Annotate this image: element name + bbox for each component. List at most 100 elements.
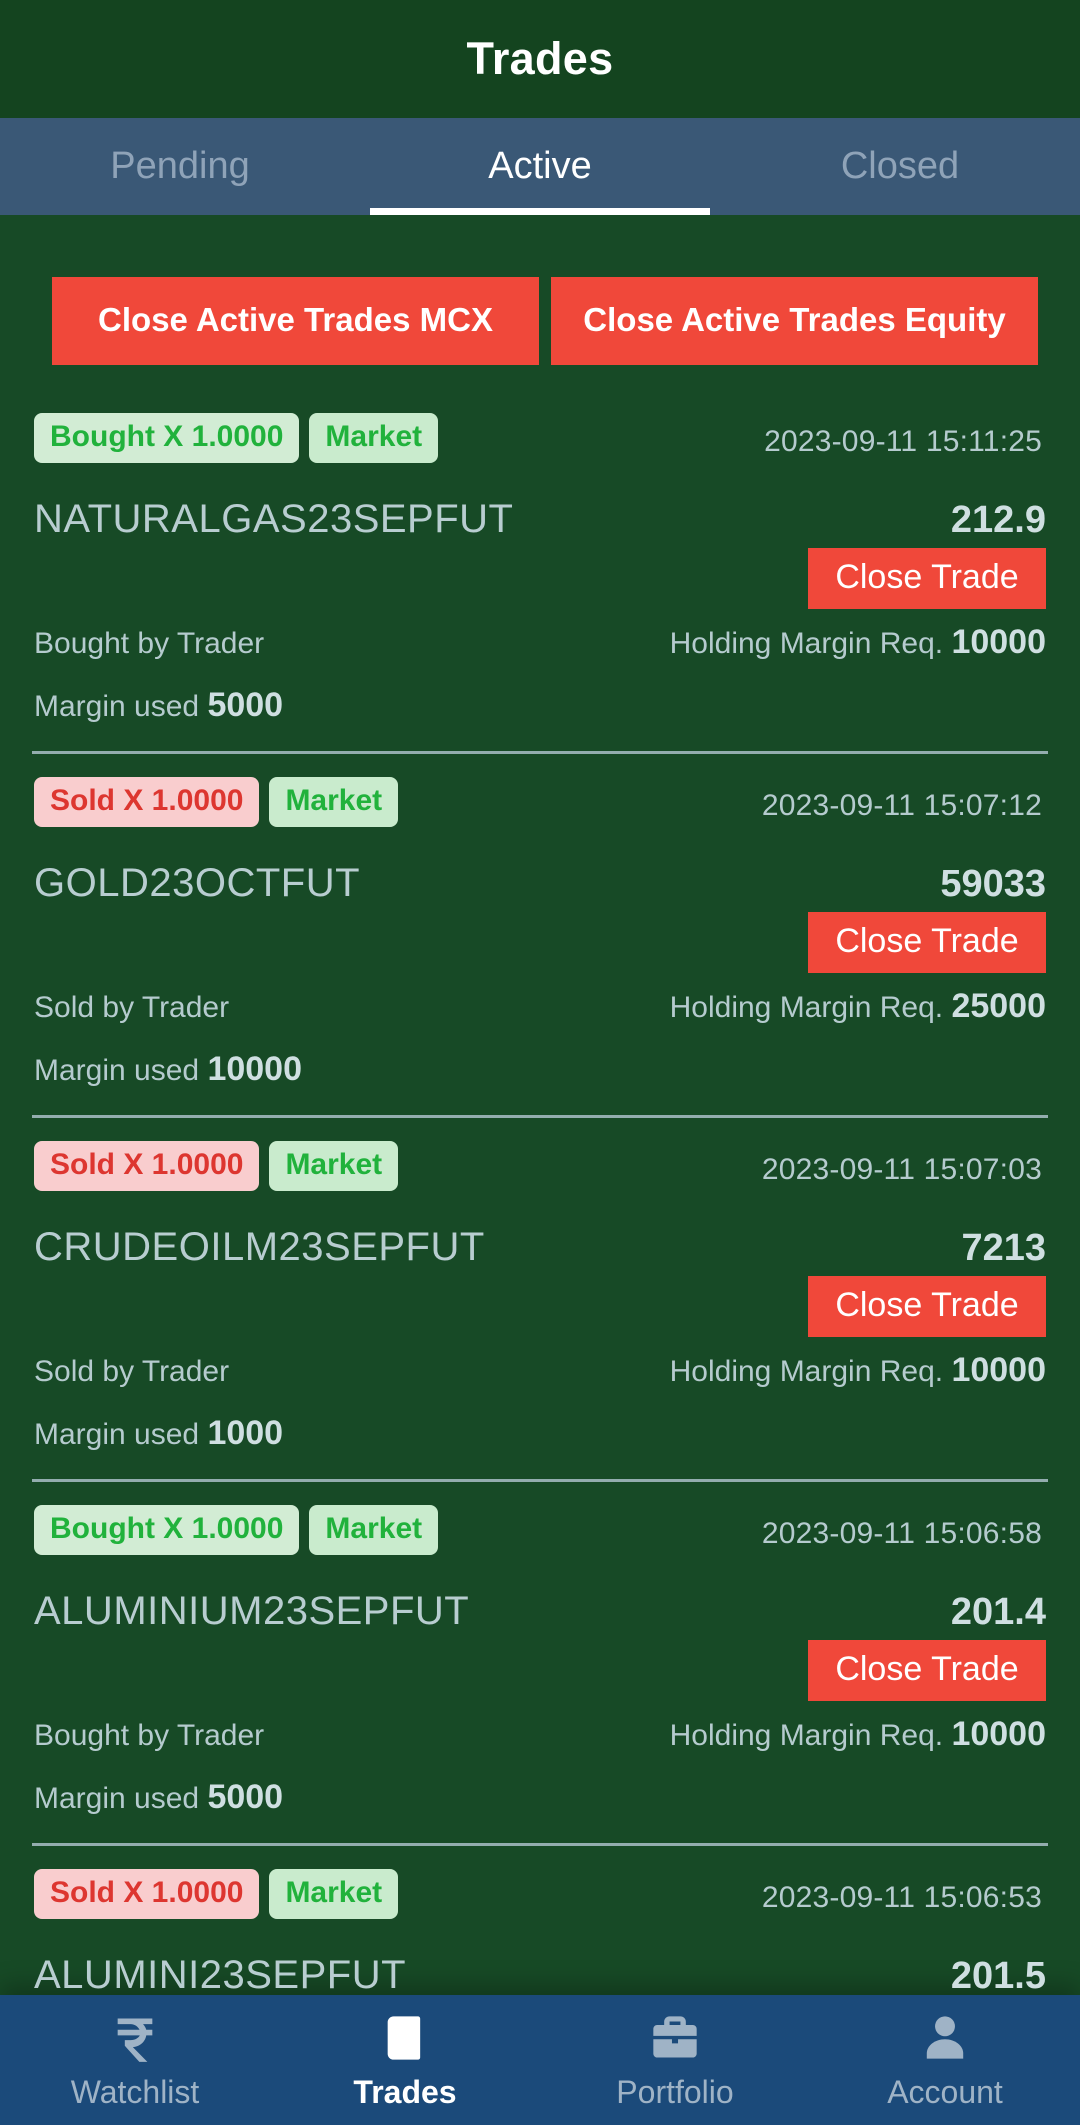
order-type-badge: Market: [309, 413, 439, 464]
trade-price: 212.9: [950, 499, 1046, 542]
nav-item-label: Portfolio: [616, 2074, 734, 2110]
trade-meta-row: Sold by Trader Holding Margin Req. 25000: [34, 973, 1046, 1026]
close-trade-button[interactable]: Close Trade: [808, 1640, 1046, 1702]
holding-margin-req: Holding Margin Req. 10000: [670, 1715, 1046, 1754]
margin-used-label: Margin used: [34, 1054, 200, 1088]
trade-symbol: NATURALGAS23SEPFUT: [34, 497, 514, 542]
trade-side-badge: Bought X 1.0000: [34, 1505, 300, 1556]
trades-screen: Trades Pending Active Closed Close Active …: [0, 0, 1080, 2125]
trade-card-header: Sold X 1.0000 Market 2023-09-11 15:06:53: [34, 1869, 1046, 1920]
trade-margin-row: Margin used 10000: [34, 1026, 1046, 1115]
trade-symbol-row: GOLD23OCTFUT 59033: [34, 827, 1046, 906]
trade-side-label: Sold by Trader: [34, 991, 230, 1025]
tab-closed[interactable]: Closed: [720, 118, 1080, 215]
trade-meta-row: Sold by Trader Holding Margin Req. 10000: [34, 1337, 1046, 1390]
holding-margin-label: Holding Margin Req.: [669, 1719, 944, 1753]
trade-card-header: Bought X 1.0000 Market 2023-09-11 15:11:25: [34, 413, 1046, 464]
trade-margin-row: Margin used 5000: [34, 1754, 1046, 1843]
trade-timestamp: 2023-09-11 15:06:53: [761, 1881, 1042, 1915]
trade-timestamp: 2023-09-11 15:06:58: [761, 1517, 1042, 1551]
trade-action-row: Close Trade: [34, 542, 1046, 610]
nav-item-label: Trades: [353, 2074, 457, 2110]
margin-used-value: 5000: [207, 686, 284, 725]
trade-symbol-row: ALUMINI23SEPFUT 201.5: [34, 1919, 1046, 1995]
trade-side-label: Sold by Trader: [34, 1355, 230, 1389]
close-active-trades-equity-button[interactable]: Close Active Trades Equity: [551, 277, 1038, 366]
trade-card[interactable]: Sold X 1.0000 Market 2023-09-11 15:06:53 AL…: [0, 1843, 1080, 1995]
trade-card-header: Sold X 1.0000 Market 2023-09-11 15:07:03: [34, 1141, 1046, 1192]
margin-used-label: Margin used: [34, 1418, 200, 1452]
order-type-badge: Market: [269, 777, 399, 828]
nav-item-label: Account: [887, 2074, 1003, 2110]
trade-timestamp: 2023-09-11 15:07:12: [761, 789, 1042, 823]
person-icon: [919, 2012, 971, 2064]
margin-used-value: 5000: [207, 1778, 284, 1817]
margin-used: Margin used 10000: [34, 1050, 1046, 1089]
close-trade-button[interactable]: Close Trade: [808, 548, 1046, 610]
journal-icon: [379, 2012, 431, 2064]
trade-timestamp: 2023-09-11 15:07:03: [761, 1153, 1042, 1187]
margin-used-value: 1000: [207, 1414, 284, 1453]
trade-symbol: CRUDEOILM23SEPFUT: [34, 1225, 485, 1270]
nav-item-watchlist[interactable]: Watchlist: [0, 2012, 270, 2108]
trade-side-badge: Sold X 1.0000: [34, 777, 260, 828]
trade-meta-row: Bought by Trader Holding Margin Req. 1000…: [34, 609, 1046, 662]
trade-side-badge: Sold X 1.0000: [34, 1141, 260, 1192]
trade-action-row: Close Trade: [34, 1270, 1046, 1338]
nav-item-account[interactable]: Account: [810, 2012, 1080, 2108]
close-trade-button[interactable]: Close Trade: [808, 912, 1046, 974]
tab-active[interactable]: Active: [360, 118, 720, 215]
holding-margin-label: Holding Margin Req.: [669, 627, 944, 661]
trade-side-badge: Bought X 1.0000: [34, 413, 300, 464]
trade-margin-row: Margin used 1000: [34, 1390, 1046, 1479]
holding-margin-value: 10000: [951, 1351, 1046, 1390]
order-type-badge: Market: [269, 1141, 399, 1192]
trade-card[interactable]: Bought X 1.0000 Market 2023-09-11 15:06:58…: [0, 1479, 1080, 1843]
active-trades-list[interactable]: Bought X 1.0000 Market 2023-09-11 15:11:25…: [0, 365, 1080, 1995]
tab-pending[interactable]: Pending: [0, 118, 360, 215]
trade-card[interactable]: Sold X 1.0000 Market 2023-09-11 15:07:03 CR…: [0, 1115, 1080, 1479]
order-type-badge: Market: [269, 1869, 399, 1920]
trade-badges: Sold X 1.0000 Market: [34, 1869, 399, 1920]
trade-card[interactable]: Sold X 1.0000 Market 2023-09-11 15:07:12 GO…: [0, 751, 1080, 1115]
trade-card[interactable]: Bought X 1.0000 Market 2023-09-11 15:11:25…: [0, 413, 1080, 751]
trade-side-label: Bought by Trader: [34, 627, 265, 661]
close-active-trades-mcx-button[interactable]: Close Active Trades MCX: [52, 277, 539, 366]
briefcase-icon: [649, 2012, 701, 2064]
nav-item-trades[interactable]: Trades: [270, 2012, 540, 2108]
trade-status-tabs: Pending Active Closed: [0, 118, 1080, 215]
trade-price: 201.5: [950, 1955, 1046, 1995]
holding-margin-label: Holding Margin Req.: [669, 991, 944, 1025]
app-header: Trades: [0, 0, 1080, 118]
holding-margin-req: Holding Margin Req. 10000: [670, 1351, 1046, 1390]
trade-timestamp: 2023-09-11 15:11:25: [764, 425, 1042, 459]
trade-badges: Sold X 1.0000 Market: [34, 777, 399, 828]
trade-price: 7213: [961, 1227, 1046, 1270]
trade-meta-row: Bought by Trader Holding Margin Req. 1000…: [34, 1701, 1046, 1754]
margin-used-label: Margin used: [34, 690, 200, 724]
holding-margin-value: 25000: [951, 987, 1046, 1026]
trade-badges: Bought X 1.0000 Market: [34, 413, 439, 464]
margin-used-label: Margin used: [34, 1782, 200, 1816]
trade-side-badge: Sold X 1.0000: [34, 1869, 260, 1920]
holding-margin-value: 10000: [951, 1715, 1046, 1754]
trade-action-row: Close Trade: [34, 906, 1046, 974]
tab-label: Pending: [110, 145, 250, 187]
close-trade-button[interactable]: Close Trade: [808, 1276, 1046, 1338]
trade-card-header: Sold X 1.0000 Market 2023-09-11 15:07:12: [34, 777, 1046, 828]
trade-badges: Sold X 1.0000 Market: [34, 1141, 399, 1192]
trade-price: 201.4: [950, 1591, 1046, 1634]
margin-used: Margin used 5000: [34, 1778, 1046, 1817]
holding-margin-req: Holding Margin Req. 25000: [670, 987, 1046, 1026]
trade-action-row: Close Trade: [34, 1634, 1046, 1702]
holding-margin-value: 10000: [951, 623, 1046, 662]
tab-label: Closed: [840, 145, 960, 187]
nav-item-portfolio[interactable]: Portfolio: [540, 2012, 810, 2108]
trade-badges: Bought X 1.0000 Market: [34, 1505, 439, 1556]
margin-used: Margin used 5000: [34, 686, 1046, 725]
trade-side-label: Bought by Trader: [34, 1719, 265, 1753]
trade-margin-row: Margin used 5000: [34, 662, 1046, 751]
margin-used: Margin used 1000: [34, 1414, 1046, 1453]
rupee-icon: [109, 2012, 161, 2064]
holding-margin-label: Holding Margin Req.: [669, 1355, 944, 1389]
